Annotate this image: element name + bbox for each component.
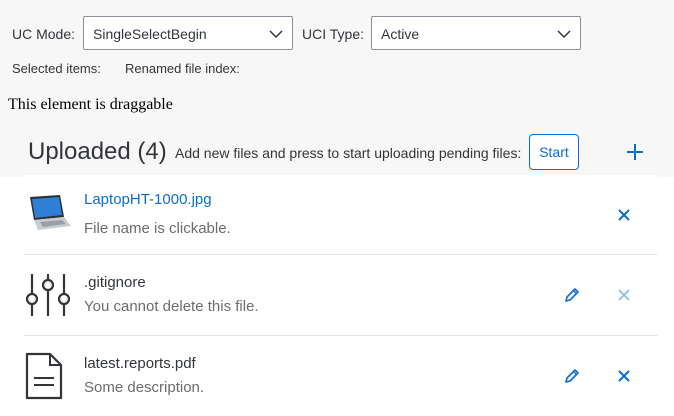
- delete-icon[interactable]: [616, 207, 632, 223]
- delete-icon[interactable]: [616, 368, 632, 384]
- file-description: File name is clickable.: [84, 220, 231, 237]
- delete-disabled-icon: [618, 289, 630, 301]
- file-name-link[interactable]: LaptopHT-1000.jpg: [84, 191, 212, 208]
- list-item: LaptopHT-1000.jpg File name is clickable…: [24, 175, 658, 255]
- file-description: You cannot delete this file.: [84, 298, 259, 315]
- upload-hint: Add new files and press to start uploadi…: [175, 145, 522, 161]
- add-icon[interactable]: [626, 143, 644, 161]
- draggable-element[interactable]: This element is draggable: [8, 96, 173, 114]
- uc-mode-select[interactable]: SingleSelectBegin: [83, 16, 293, 50]
- uci-type-select[interactable]: Active: [371, 16, 581, 50]
- selected-items-label: Selected items:: [12, 61, 101, 76]
- file-description: Some description.: [84, 379, 205, 396]
- edit-pencil-icon[interactable]: [564, 368, 580, 384]
- uci-type-value: Active: [381, 26, 420, 42]
- list-item: latest.reports.pdf Some description.: [24, 336, 658, 416]
- document-icon: [25, 352, 63, 400]
- file-name: latest.reports.pdf: [84, 355, 196, 372]
- settings-sliders-icon: [25, 274, 71, 316]
- chevron-down-icon: [557, 30, 571, 39]
- start-upload-button[interactable]: Start: [529, 134, 579, 170]
- list-item: .gitignore You cannot delete this file.: [24, 255, 658, 336]
- uploaded-title: Uploaded (4): [28, 138, 167, 165]
- uc-mode-label: UC Mode:: [12, 26, 76, 42]
- renamed-index-label: Renamed file index:: [125, 61, 240, 76]
- file-name: .gitignore: [84, 274, 146, 291]
- uci-type-label: UCI Type:: [302, 26, 364, 42]
- chevron-down-icon: [269, 30, 283, 39]
- edit-pencil-icon[interactable]: [564, 287, 580, 303]
- laptop-thumbnail: [30, 195, 71, 230]
- uc-mode-value: SingleSelectBegin: [93, 26, 207, 42]
